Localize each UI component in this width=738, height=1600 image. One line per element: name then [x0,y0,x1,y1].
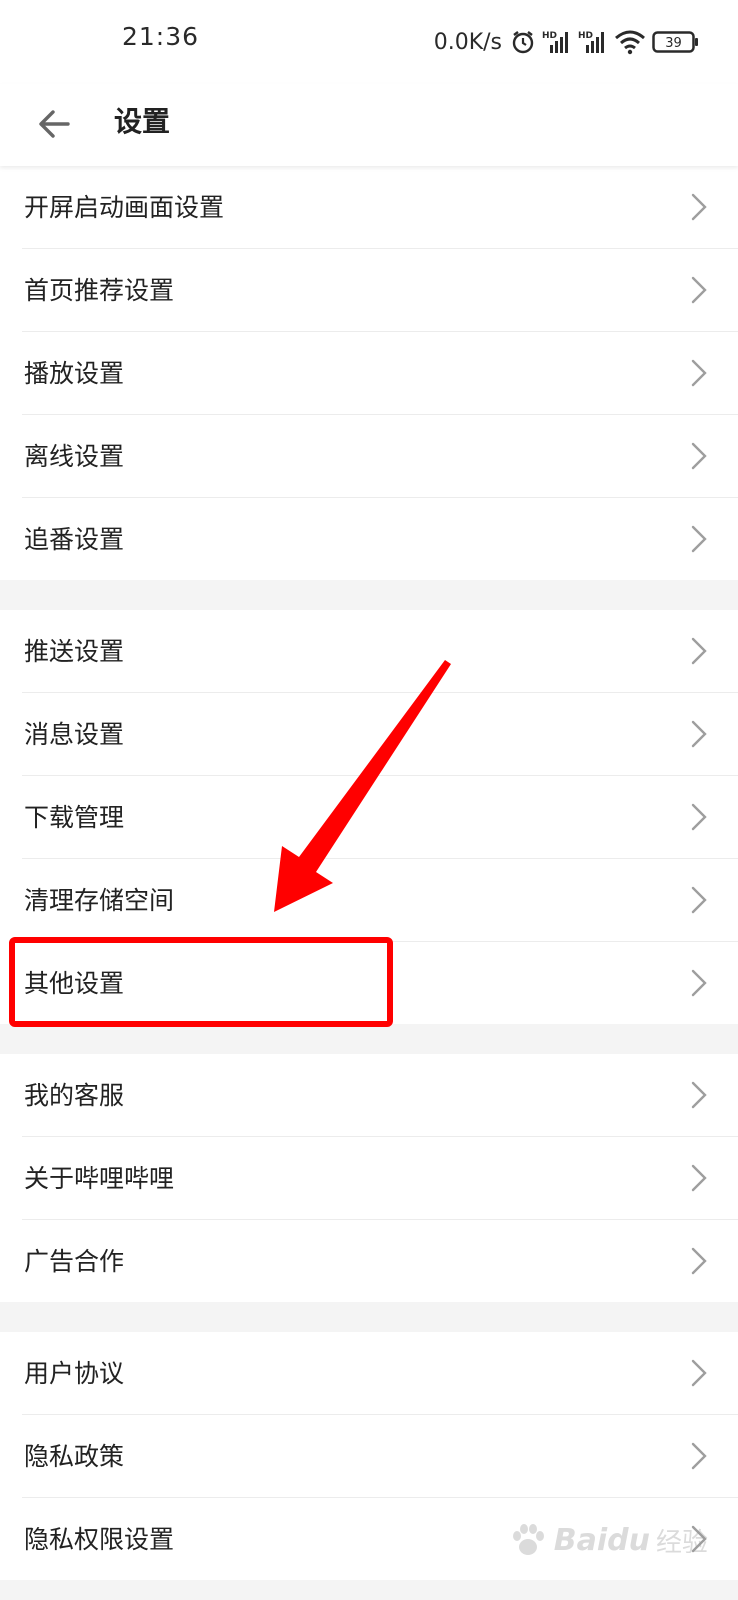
battery-icon: 39 [652,31,698,53]
settings-item-privacy-policy[interactable]: 隐私政策 [22,1415,738,1498]
settings-item-label: 关于哔哩哔哩 [24,1164,175,1193]
settings-item-offline[interactable]: 离线设置 [22,415,738,498]
watermark-sub: 经验 [655,1527,708,1558]
settings-item-label: 开屏启动画面设置 [24,193,225,222]
settings-item-about[interactable]: 关于哔哩哔哩 [22,1137,738,1220]
settings-item-label: 播放设置 [24,359,125,388]
settings-item-label: 离线设置 [24,442,125,471]
chevron-right-icon [691,720,707,748]
settings-item-label: 追番设置 [24,525,125,554]
settings-item-label: 首页推荐设置 [24,276,175,305]
settings-item-downloads[interactable]: 下载管理 [22,776,738,859]
status-icons: 0.0K/s HD HD 39 [434,26,700,58]
alarm-icon [512,31,534,54]
svg-text:HD: HD [578,31,593,41]
chevron-right-icon [691,969,707,997]
battery-level: 39 [665,36,682,51]
paw-icon [512,1524,544,1555]
chevron-right-icon [691,525,707,553]
chevron-right-icon [691,1247,707,1275]
hd-signal-icon: HD [542,31,568,53]
page-title: 设置 [114,105,171,138]
chevron-right-icon [691,1164,707,1192]
chevron-right-icon [691,637,707,665]
watermark-brand: Baidu [553,1522,650,1558]
settings-item-label: 清理存储空间 [24,886,175,915]
settings-item-user-agreement[interactable]: 用户协议 [22,1332,738,1415]
wifi-icon [615,30,645,55]
settings-item-follow-anime[interactable]: 追番设置 [22,498,738,580]
chevron-right-icon [691,276,707,304]
chevron-right-icon [691,803,707,831]
status-bar: 21:36 0.0K/s HD HD 39 [0,0,738,84]
settings-item-label: 隐私政策 [24,1442,125,1471]
settings-screen: 21:36 0.0K/s HD HD 39 设置 开屏启动画面设置 首页推荐设置… [0,0,738,1600]
net-speed: 0.0K/s [433,29,502,55]
settings-item-home-recommend[interactable]: 首页推荐设置 [22,249,738,332]
settings-item-label: 下载管理 [24,803,125,832]
settings-item-playback[interactable]: 播放设置 [22,332,738,415]
baidu-watermark: Baidu 经验 [508,1520,708,1560]
annotation-highlight-box [9,937,393,1027]
hd-signal-icon: HD [578,31,604,53]
settings-item-label: 推送设置 [24,637,125,666]
chevron-right-icon [691,359,707,387]
settings-item-label: 用户协议 [24,1359,125,1388]
settings-item-messages[interactable]: 消息设置 [22,693,738,776]
chevron-right-icon [691,1442,707,1470]
settings-item-label: 我的客服 [24,1081,125,1110]
chevron-right-icon [691,1359,707,1387]
settings-item-launch-screen[interactable]: 开屏启动画面设置 [22,166,738,249]
settings-item-push[interactable]: 推送设置 [22,610,738,693]
chevron-right-icon [691,886,707,914]
settings-item-customer-service[interactable]: 我的客服 [22,1054,738,1137]
chevron-right-icon [691,1081,707,1109]
group-divider [0,1302,738,1332]
settings-item-label: 隐私权限设置 [24,1525,175,1554]
group-divider [0,580,738,610]
settings-group-about: 我的客服 关于哔哩哔哩 广告合作 [0,1054,738,1302]
status-time: 21:36 [122,22,200,51]
settings-list: 开屏启动画面设置 首页推荐设置 播放设置 离线设置 追番设置 推送设置 消息设置… [0,166,738,1580]
chevron-right-icon [691,193,707,221]
settings-group-display: 开屏启动画面设置 首页推荐设置 播放设置 离线设置 追番设置 [0,166,738,580]
chevron-right-icon [691,442,707,470]
settings-item-label: 消息设置 [24,720,125,749]
app-bar: 设置 [0,84,738,166]
settings-item-label: 广告合作 [24,1247,125,1276]
settings-item-clear-storage[interactable]: 清理存储空间 [22,859,738,942]
svg-text:HD: HD [542,31,557,41]
group-divider [0,1024,738,1054]
settings-item-ad-cooperation[interactable]: 广告合作 [22,1220,738,1302]
back-arrow-icon[interactable] [34,104,74,144]
